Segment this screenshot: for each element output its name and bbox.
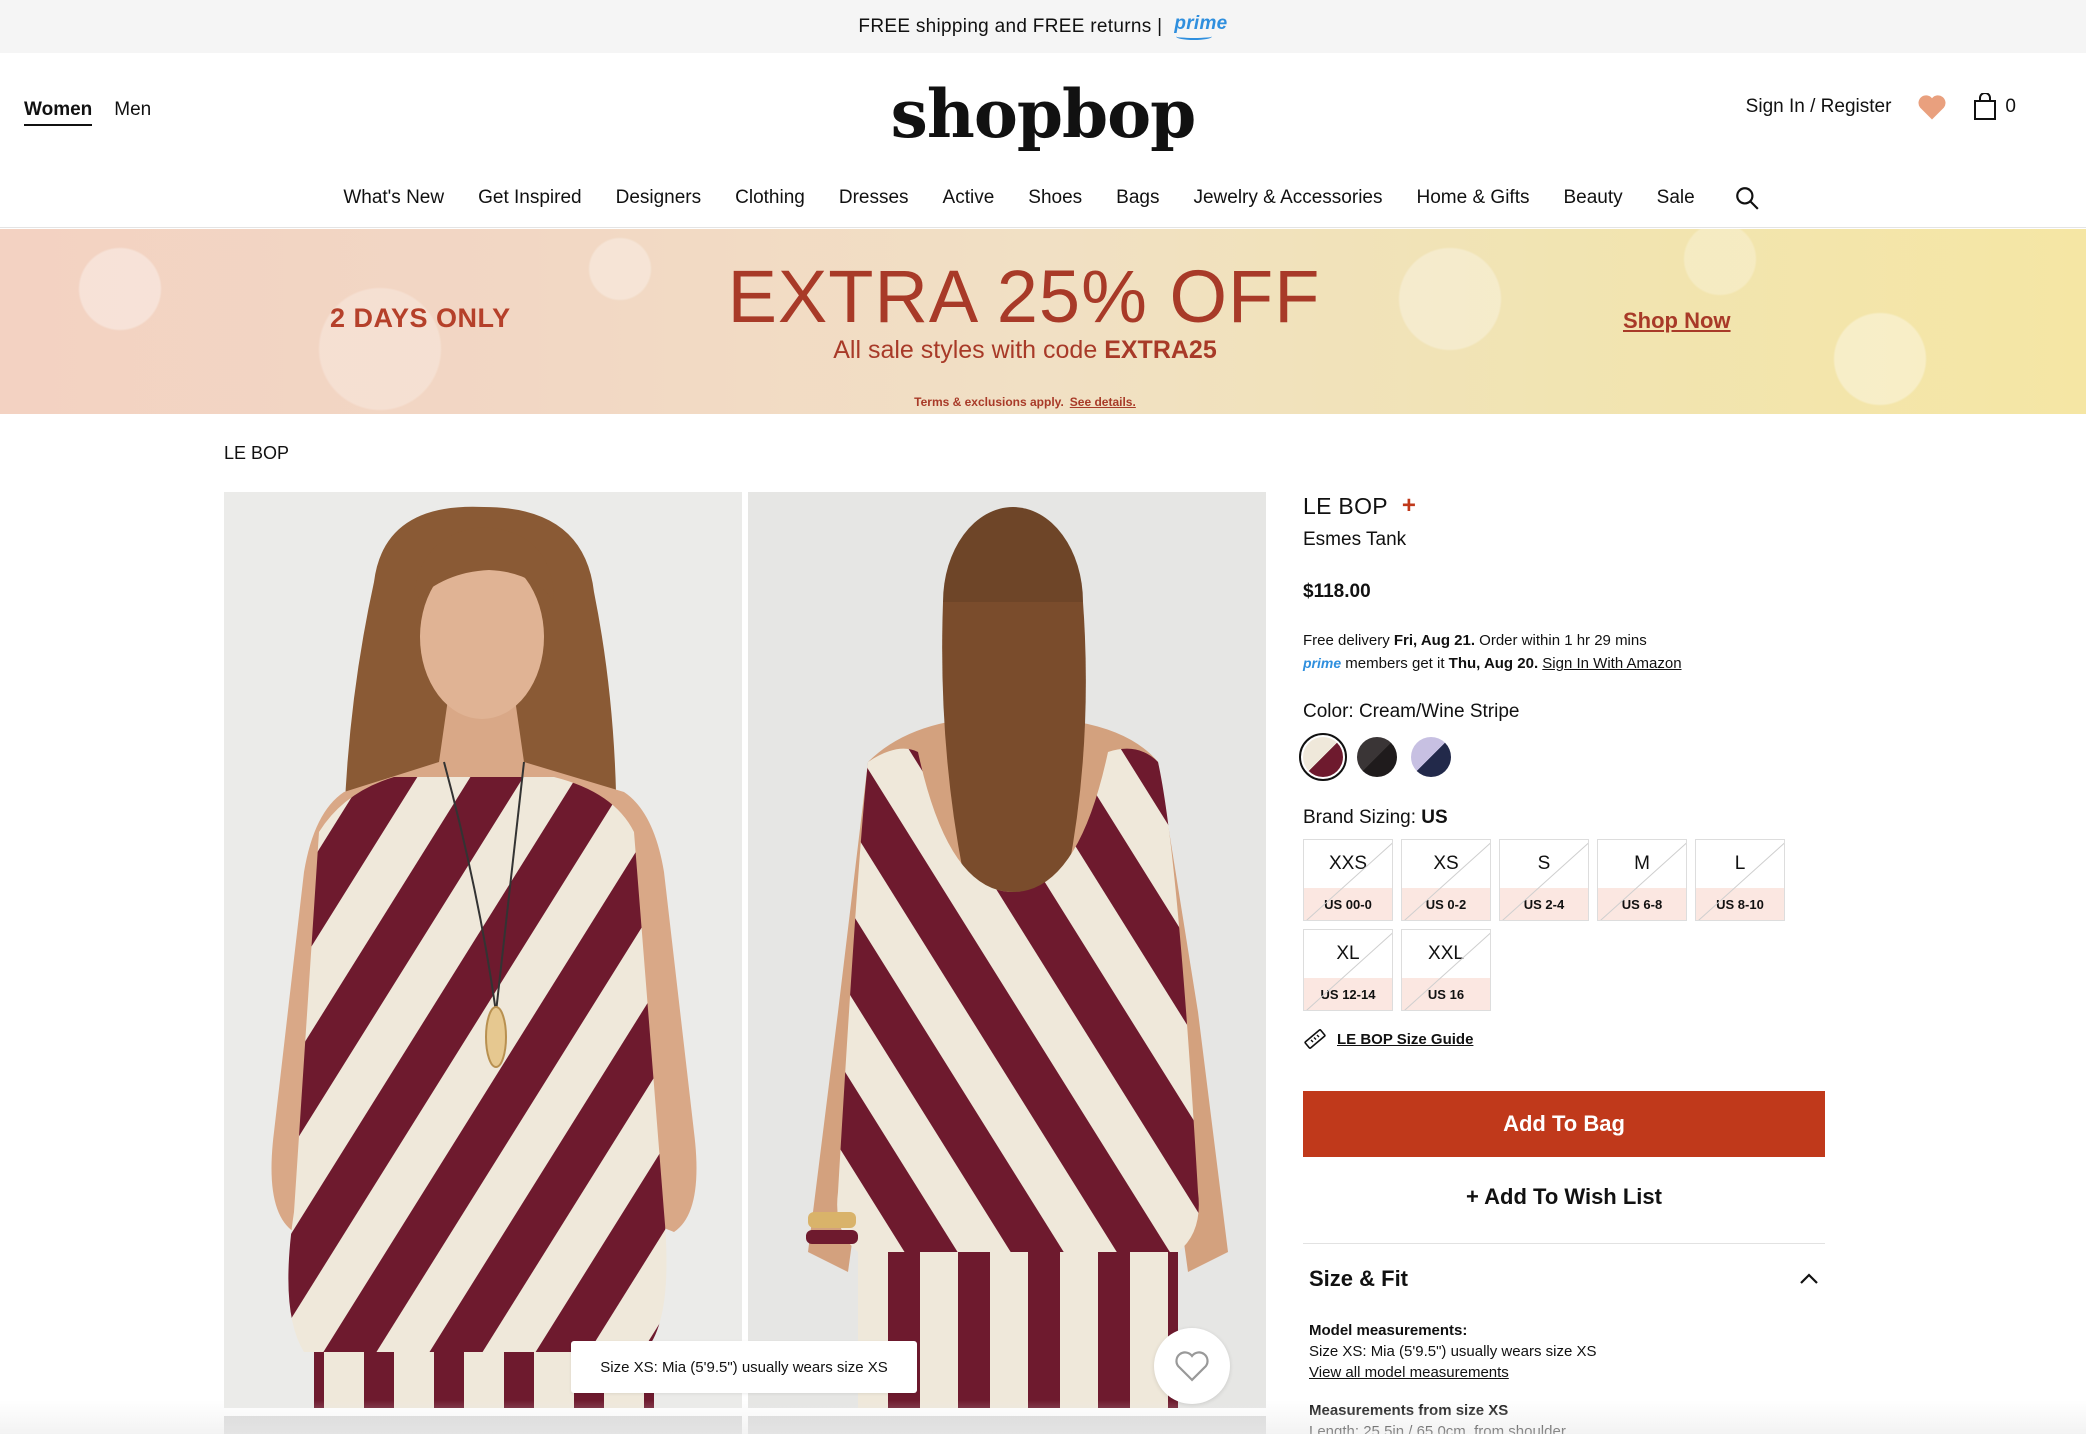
heart-outline-icon bbox=[1175, 1351, 1209, 1382]
see-details-link[interactable]: See details. bbox=[1070, 395, 1136, 409]
search-icon[interactable] bbox=[1734, 185, 1760, 211]
model-measurements-text: Size XS: Mia (5'9.5") usually wears size… bbox=[1309, 1343, 1597, 1360]
brand-name[interactable]: LE BOP bbox=[1303, 493, 1388, 520]
follow-brand-plus-icon[interactable]: + bbox=[1402, 492, 1416, 520]
brand-sizing-label: Brand Sizing: US bbox=[1303, 807, 1448, 828]
banner-terms: Terms & exclusions apply. See details. bbox=[914, 395, 1136, 409]
image-wishlist-button[interactable] bbox=[1154, 1328, 1230, 1404]
model-size-tooltip: Size XS: Mia (5'9.5") usually wears size… bbox=[571, 1341, 917, 1393]
main-nav: What's New Get Inspired Designers Clothi… bbox=[0, 185, 2086, 211]
nav-active[interactable]: Active bbox=[943, 187, 995, 209]
bag-count: 0 bbox=[2005, 96, 2016, 117]
account-area: Sign In / Register 0 bbox=[1746, 93, 2016, 121]
size-option-xs[interactable]: XS US 0-2 bbox=[1401, 839, 1491, 921]
product-image-back[interactable] bbox=[748, 492, 1266, 1408]
thumbnail-strip bbox=[748, 1416, 1266, 1434]
product-image-front[interactable] bbox=[224, 492, 742, 1408]
nav-get-inspired[interactable]: Get Inspired bbox=[478, 187, 582, 209]
size-fit-accordion-header[interactable]: Size & Fit bbox=[1303, 1266, 1825, 1292]
size-option-s[interactable]: S US 2-4 bbox=[1499, 839, 1589, 921]
brand-row: LE BOP + bbox=[1303, 492, 1825, 520]
sale-banner[interactable]: 2 DAYS ONLY EXTRA 25% OFF All sale style… bbox=[0, 229, 2086, 414]
thumbnail-strip bbox=[224, 1416, 742, 1434]
product-price: $118.00 bbox=[1303, 581, 1371, 602]
site-header: Women Men shopbop Sign In / Register 0 W… bbox=[0, 53, 2086, 228]
banner-subtext: All sale styles with code EXTRA25 bbox=[833, 336, 1217, 364]
color-label: Color: Cream/Wine Stripe bbox=[1303, 701, 1520, 722]
nav-jewelry-accessories[interactable]: Jewelry & Accessories bbox=[1193, 187, 1382, 209]
nav-bags[interactable]: Bags bbox=[1116, 187, 1159, 209]
size-grid: XXS US 00-0 XS US 0-2 S US 2-4 M US 6-8 L US … bbox=[1303, 839, 1825, 1011]
size-option-xxs[interactable]: XXS US 00-0 bbox=[1303, 839, 1393, 921]
measurements-text: Length: 25.5in / 65.0cm, from shoulder bbox=[1309, 1423, 1566, 1434]
sign-in-amazon-link[interactable]: Sign In With Amazon bbox=[1542, 655, 1681, 672]
nav-designers[interactable]: Designers bbox=[616, 187, 702, 209]
prime-delivery-date: Thu, Aug 20. bbox=[1448, 655, 1539, 672]
promo-code: EXTRA25 bbox=[1104, 336, 1217, 364]
size-guide-row[interactable]: LE BOP Size Guide bbox=[1303, 1027, 1825, 1051]
chevron-up-icon[interactable] bbox=[1799, 1273, 1819, 1285]
divider bbox=[1303, 1243, 1825, 1244]
size-option-l[interactable]: L US 8-10 bbox=[1695, 839, 1785, 921]
add-to-wish-list-button[interactable]: + Add To Wish List bbox=[1303, 1163, 1825, 1231]
nav-shoes[interactable]: Shoes bbox=[1028, 187, 1082, 209]
size-option-xxl[interactable]: XXL US 16 bbox=[1401, 929, 1491, 1011]
wishlist-heart-icon[interactable] bbox=[1917, 93, 1947, 121]
shopping-bag-button[interactable]: 0 bbox=[1973, 93, 2016, 121]
nav-dresses[interactable]: Dresses bbox=[839, 187, 909, 209]
nav-home-gifts[interactable]: Home & Gifts bbox=[1417, 187, 1530, 209]
size-fit-title: Size & Fit bbox=[1309, 1266, 1409, 1291]
product-details: LE BOP + Esmes Tank $118.00 Free deliver… bbox=[1299, 492, 1825, 1434]
size-fit-content: Model measurements: Size XS: Mia (5'9.5"… bbox=[1303, 1320, 1825, 1434]
measurements-heading: Measurements from size XS bbox=[1309, 1402, 1509, 1419]
swatch-black[interactable] bbox=[1357, 737, 1397, 777]
nav-clothing[interactable]: Clothing bbox=[735, 187, 805, 209]
model-measurements-heading: Model measurements: bbox=[1309, 1322, 1468, 1339]
size-guide-link[interactable]: LE BOP Size Guide bbox=[1337, 1031, 1473, 1048]
swatch-cream-wine[interactable] bbox=[1299, 733, 1347, 781]
color-swatches bbox=[1299, 733, 1825, 781]
nav-sale[interactable]: Sale bbox=[1657, 187, 1695, 209]
sizing-system: US bbox=[1421, 807, 1448, 828]
sign-in-link[interactable]: Sign In / Register bbox=[1746, 96, 1892, 118]
product-name: Esmes Tank bbox=[1303, 529, 1407, 550]
banner-headline: EXTRA 25% OFF bbox=[727, 255, 1321, 338]
size-option-xl[interactable]: XL US 12-14 bbox=[1303, 929, 1393, 1011]
model-front-illustration bbox=[224, 492, 742, 1408]
promo-strip: FREE shipping and FREE returns | prime bbox=[0, 0, 2086, 53]
delivery-info: Free delivery Fri, Aug 21. Order within … bbox=[1303, 632, 1682, 672]
ruler-icon bbox=[1304, 1029, 1326, 1049]
nav-beauty[interactable]: Beauty bbox=[1563, 187, 1622, 209]
model-back-illustration bbox=[748, 492, 1266, 1408]
size-option-m[interactable]: M US 6-8 bbox=[1597, 839, 1687, 921]
swatch-lavender-navy[interactable] bbox=[1411, 737, 1451, 777]
add-to-bag-button[interactable]: Add To Bag bbox=[1303, 1091, 1825, 1157]
view-all-measurements-link[interactable]: View all model measurements bbox=[1309, 1364, 1509, 1381]
shop-now-link[interactable]: Shop Now bbox=[1623, 308, 1731, 334]
prime-logo: prime bbox=[1174, 12, 1228, 40]
prime-badge: prime bbox=[1303, 655, 1342, 671]
nav-whats-new[interactable]: What's New bbox=[343, 187, 444, 209]
delivery-date: Fri, Aug 21. bbox=[1393, 632, 1475, 649]
breadcrumb[interactable]: LE BOP bbox=[224, 443, 289, 464]
bag-icon bbox=[1974, 93, 1997, 120]
promo-text: FREE shipping and FREE returns | bbox=[858, 15, 1163, 37]
